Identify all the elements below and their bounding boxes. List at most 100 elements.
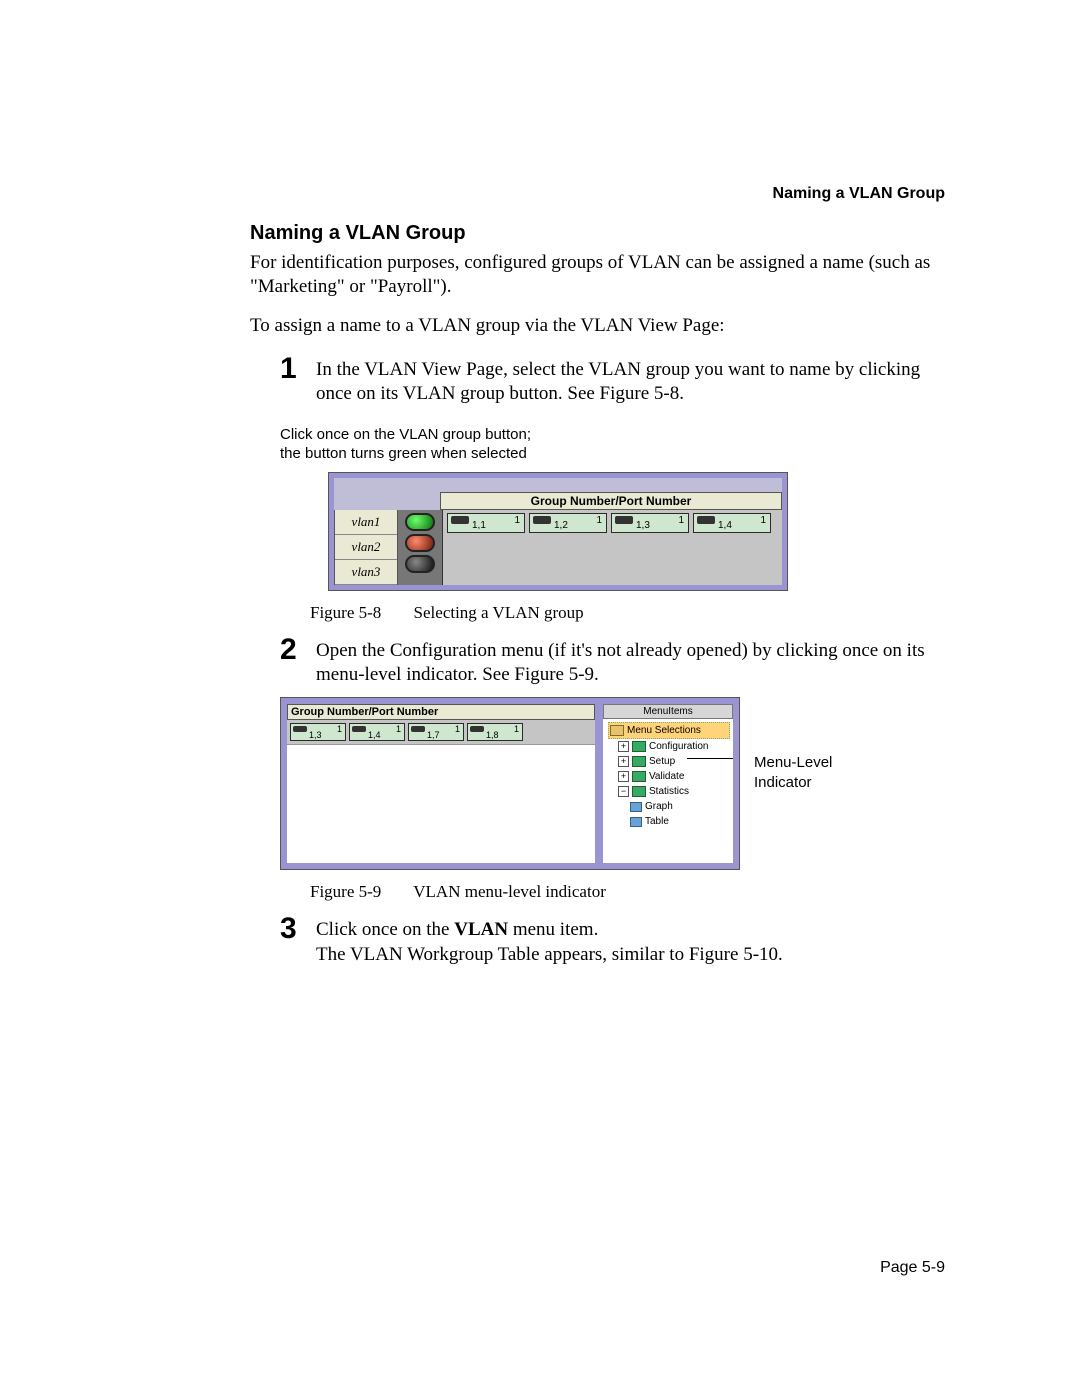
port-icon bbox=[697, 516, 715, 524]
port-sub: 1,2 bbox=[554, 520, 568, 531]
port-top: 1 bbox=[760, 515, 766, 526]
vlan-label-1: vlan1 bbox=[335, 510, 397, 535]
step-2-text: Open the Configuration menu (if it's not… bbox=[316, 633, 960, 688]
port-icon bbox=[451, 516, 469, 524]
port-cell[interactable]: 1 1,1 bbox=[447, 513, 525, 533]
port-top: 1 bbox=[678, 515, 684, 526]
figure-5-8: Group Number/Port Number vlan1 vlan2 vla… bbox=[328, 472, 788, 591]
fig58-vlan-column: vlan1 vlan2 vlan3 bbox=[334, 510, 398, 585]
step-1-number: 1 bbox=[280, 352, 316, 384]
port-cell[interactable]: 1 1,7 bbox=[408, 723, 464, 741]
port-icon bbox=[470, 726, 484, 732]
port-icon bbox=[615, 516, 633, 524]
tree-label: Graph bbox=[645, 799, 673, 814]
port-cell[interactable]: 1 1,8 bbox=[467, 723, 523, 741]
tree-item-configuration[interactable]: + Configuration bbox=[608, 739, 730, 754]
leaf-icon bbox=[630, 802, 642, 812]
tree-item-statistics[interactable]: − Statistics bbox=[608, 784, 730, 799]
step-3-text-a: Click once on the bbox=[316, 919, 454, 940]
tree-root-label: Menu Selections bbox=[627, 723, 701, 738]
port-cell[interactable]: 1 1,2 bbox=[529, 513, 607, 533]
intro-paragraph: For identification purposes, configured … bbox=[250, 251, 950, 300]
fig59-header: Group Number/Port Number bbox=[287, 704, 595, 720]
vlan-group-button-3[interactable] bbox=[405, 555, 435, 573]
port-icon bbox=[293, 726, 307, 732]
section-heading: Naming a VLAN Group bbox=[250, 222, 960, 245]
expander-icon[interactable]: + bbox=[618, 741, 629, 752]
fig58-button-column bbox=[398, 510, 443, 585]
fig59-caption-label: Figure 5-9 bbox=[310, 882, 381, 901]
port-top: 1 bbox=[514, 724, 519, 734]
fig59-caption-text: VLAN menu-level indicator bbox=[413, 882, 606, 901]
expander-icon[interactable]: + bbox=[618, 771, 629, 782]
port-top: 1 bbox=[455, 724, 460, 734]
expander-icon[interactable]: − bbox=[618, 786, 629, 797]
port-cell[interactable]: 1 1,3 bbox=[611, 513, 689, 533]
document-page: Naming a VLAN Group Naming a VLAN Group … bbox=[0, 0, 1080, 1397]
step-1: 1 In the VLAN View Page, select the VLAN… bbox=[280, 352, 960, 407]
port-top: 1 bbox=[514, 515, 520, 526]
step-3-text-b: menu item. bbox=[508, 919, 598, 940]
port-sub: 1,4 bbox=[718, 520, 732, 531]
node-icon bbox=[632, 756, 646, 767]
step-3-number: 3 bbox=[280, 912, 316, 944]
fig58-caption-label: Figure 5-8 bbox=[310, 603, 381, 622]
port-sub: 1,8 bbox=[486, 730, 499, 740]
fig58-caption: Figure 5-8 Selecting a VLAN group bbox=[310, 603, 960, 623]
vlan-group-button-2[interactable] bbox=[405, 534, 435, 552]
tree-item-graph[interactable]: Graph bbox=[608, 799, 730, 814]
callout-line1: Menu-Level bbox=[754, 754, 832, 771]
port-sub: 1,7 bbox=[427, 730, 440, 740]
node-icon bbox=[632, 771, 646, 782]
tree-label: Configuration bbox=[649, 739, 708, 754]
tree-item-setup[interactable]: + Setup bbox=[608, 754, 730, 769]
callout-line bbox=[687, 758, 733, 759]
tree-label: Table bbox=[645, 814, 669, 829]
fig58-note-line1: Click once on the VLAN group button; bbox=[280, 426, 531, 443]
port-top: 1 bbox=[337, 724, 342, 734]
port-icon bbox=[352, 726, 366, 732]
port-top: 1 bbox=[596, 515, 602, 526]
leadin-paragraph: To assign a name to a VLAN group via the… bbox=[250, 314, 950, 338]
vlan-label-3: vlan3 bbox=[335, 560, 397, 585]
port-sub: 1,4 bbox=[368, 730, 381, 740]
port-icon bbox=[533, 516, 551, 524]
running-header: Naming a VLAN Group bbox=[773, 185, 945, 203]
fig59-menu-pane: MenuItems Menu Selections + Configuratio… bbox=[603, 704, 733, 863]
port-sub: 1,3 bbox=[636, 520, 650, 531]
step-3-text: Click once on the VLAN menu item. The VL… bbox=[316, 912, 960, 967]
fig59-menu-header: MenuItems bbox=[603, 704, 733, 719]
tree-item-validate[interactable]: + Validate bbox=[608, 769, 730, 784]
fig58-note: Click once on the VLAN group button; the… bbox=[280, 425, 960, 464]
leaf-icon bbox=[630, 817, 642, 827]
expander-icon[interactable]: + bbox=[618, 756, 629, 767]
node-icon bbox=[632, 741, 646, 752]
step-3: 3 Click once on the VLAN menu item. The … bbox=[280, 912, 960, 967]
fig59-tree: Menu Selections + Configuration + Setup bbox=[603, 719, 733, 832]
tree-root[interactable]: Menu Selections bbox=[608, 722, 730, 739]
folder-icon bbox=[610, 725, 624, 736]
port-cell[interactable]: 1 1,4 bbox=[349, 723, 405, 741]
port-cell[interactable]: 1 1,3 bbox=[290, 723, 346, 741]
tree-item-table[interactable]: Table bbox=[608, 814, 730, 829]
port-sub: 1,3 bbox=[309, 730, 322, 740]
vlan-group-button-selected[interactable] bbox=[405, 513, 435, 531]
step-1-text: In the VLAN View Page, select the VLAN g… bbox=[316, 352, 960, 407]
fig58-header: Group Number/Port Number bbox=[440, 492, 782, 510]
fig59-caption: Figure 5-9 VLAN menu-level indicator bbox=[310, 882, 960, 902]
node-icon bbox=[632, 786, 646, 797]
port-sub: 1,1 bbox=[472, 520, 486, 531]
vlan-label-2: vlan2 bbox=[335, 535, 397, 560]
page-number: Page 5-9 bbox=[880, 1259, 945, 1277]
port-icon bbox=[411, 726, 425, 732]
tree-label: Validate bbox=[649, 769, 684, 784]
port-cell[interactable]: 1 1,4 bbox=[693, 513, 771, 533]
fig58-note-line2: the button turns green when selected bbox=[280, 445, 527, 462]
step-3-bold: VLAN bbox=[454, 919, 508, 940]
tree-label: Statistics bbox=[649, 784, 689, 799]
step-2: 2 Open the Configuration menu (if it's n… bbox=[280, 633, 960, 688]
fig59-callout-label: Menu-Level Indicator bbox=[754, 697, 832, 792]
port-top: 1 bbox=[396, 724, 401, 734]
step-2-number: 2 bbox=[280, 633, 316, 665]
fig58-caption-text: Selecting a VLAN group bbox=[414, 603, 584, 622]
